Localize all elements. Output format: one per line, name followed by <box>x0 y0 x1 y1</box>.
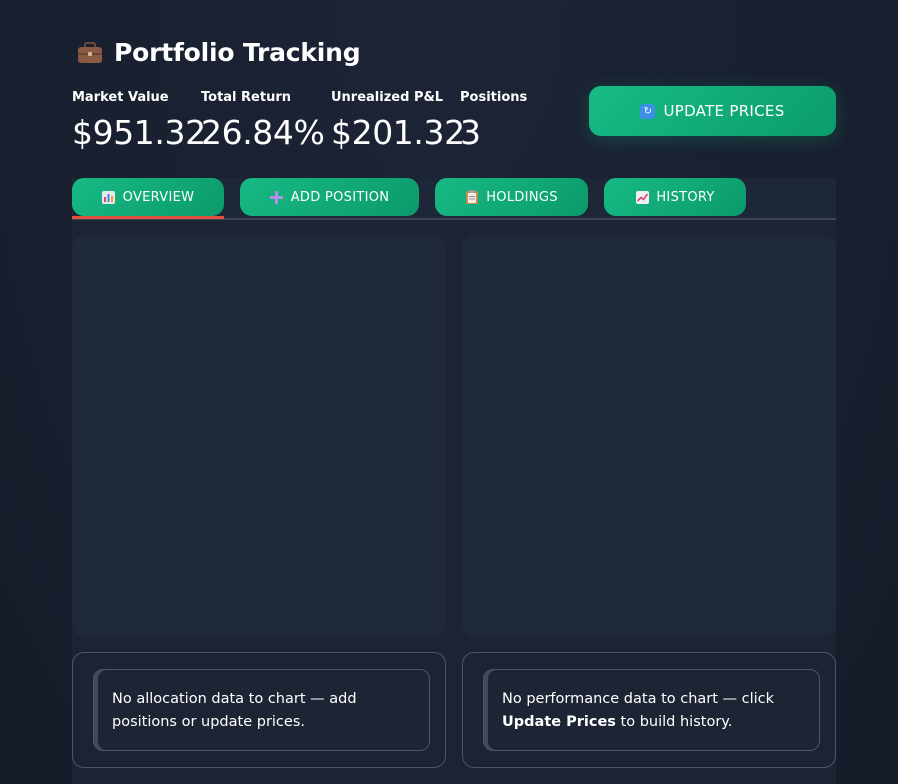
tab-add-position[interactable]: ADD POSITION <box>240 178 419 216</box>
metric-label: Positions <box>460 90 528 105</box>
tab-label: ADD POSITION <box>290 189 390 205</box>
tab-holdings[interactable]: HOLDINGS <box>435 178 588 216</box>
allocation-empty-message: No allocation data to chart — add positi… <box>93 669 430 751</box>
update-prices-label: UPDATE PRICES <box>663 102 785 120</box>
tab-overview[interactable]: OVERVIEW <box>72 178 224 216</box>
metric-value: 26.84% <box>201 113 325 152</box>
performance-message-bold: Update Prices <box>502 714 616 730</box>
chart-increasing-icon <box>635 190 649 204</box>
metric-unrealized-pnl: Unrealized P&L $201.32 <box>331 90 465 152</box>
performance-message-prefix: No performance data to chart — click <box>502 691 775 707</box>
plus-icon <box>270 190 284 204</box>
metric-label: Total Return <box>201 90 292 105</box>
refresh-icon: ↻ <box>640 103 656 119</box>
update-prices-button[interactable]: ↻ UPDATE PRICES <box>589 86 836 136</box>
active-tab-indicator <box>72 216 224 219</box>
performance-message-suffix: to build history. <box>615 714 733 730</box>
clipboard-icon <box>465 190 479 204</box>
metric-total-return: Total Return 26.84% <box>201 90 331 152</box>
allocation-message-text: No allocation data to chart — add positi… <box>112 691 357 730</box>
performance-empty-message: No performance data to chart — click Upd… <box>483 669 820 751</box>
performance-info-card: No performance data to chart — click Upd… <box>462 652 836 768</box>
tab-label: OVERVIEW <box>122 189 195 205</box>
page-title: Portfolio Tracking <box>76 38 361 67</box>
metric-value: $951.32 <box>72 113 206 152</box>
portfolio-page: Portfolio Tracking Market Value $951.32 … <box>0 0 898 784</box>
tab-history[interactable]: HISTORY <box>604 178 746 216</box>
metric-positions: Positions 3 <box>460 90 540 152</box>
page-title-text: Portfolio Tracking <box>114 38 361 67</box>
tab-label: HISTORY <box>656 189 715 205</box>
metric-value: $201.32 <box>331 113 465 152</box>
metric-label: Market Value <box>72 90 169 105</box>
allocation-chart-panel <box>72 236 446 636</box>
metric-market-value: Market Value $951.32 <box>72 90 206 152</box>
bar-chart-icon <box>102 190 116 204</box>
metric-value: 3 <box>460 113 481 152</box>
metric-label: Unrealized P&L <box>331 90 444 105</box>
performance-chart-panel <box>462 236 836 636</box>
briefcase-icon <box>76 41 104 65</box>
metrics-row: Market Value $951.32 Total Return 26.84%… <box>72 90 540 152</box>
tab-label: HOLDINGS <box>486 189 558 205</box>
tab-bar: OVERVIEW ADD POSITION HOLDINGS HISTORY <box>72 178 836 220</box>
allocation-info-card: No allocation data to chart — add positi… <box>72 652 446 768</box>
